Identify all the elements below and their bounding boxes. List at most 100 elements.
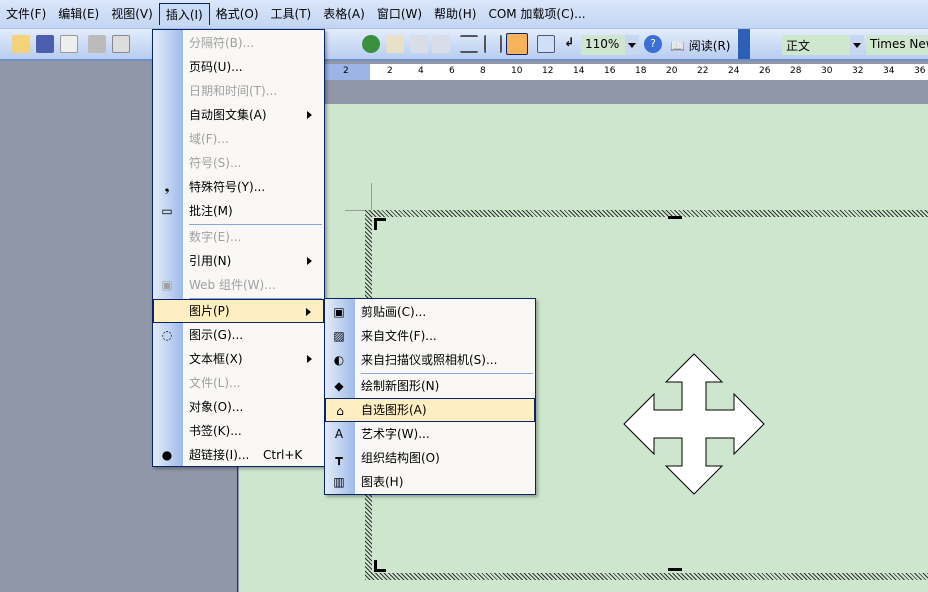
- menu-item[interactable]: ● 超链接(I)... Ctrl+K: [153, 443, 324, 467]
- text-direction-icon[interactable]: [484, 35, 502, 53]
- ruler-label: 20: [666, 66, 678, 76]
- menu-item-label: 艺术字(W)...: [361, 427, 430, 441]
- picture-submenu: ▣ 剪贴画(C)... ▨ 来自文件(F)... ◐ 来自扫描仪或照相机(S)... ◆ 绘制…: [324, 298, 536, 495]
- menu-item[interactable]: ▥ 图表(H): [325, 470, 535, 494]
- canvas-handle[interactable]: [668, 568, 682, 571]
- menu-item[interactable]: A 艺术字(W)...: [325, 422, 535, 446]
- style-dropdown-icon[interactable]: [850, 35, 864, 55]
- menu-item: 日期和时间(T)...: [153, 79, 324, 103]
- menu-2[interactable]: 视图(V): [105, 3, 159, 25]
- menu-item[interactable]: ❟ 特殊符号(Y)...: [153, 175, 324, 199]
- submenu-arrow-icon: [307, 355, 316, 363]
- ruler-label: 18: [635, 66, 647, 76]
- menu-item-label: 页码(U)...: [189, 60, 243, 74]
- menu-item-label: 自选图形(A): [361, 403, 427, 417]
- menu-item[interactable]: 图片(P): [153, 299, 324, 323]
- ruler-label: 14: [573, 66, 585, 76]
- ruler-label: 12: [542, 66, 554, 76]
- permission-icon[interactable]: [60, 35, 78, 53]
- menu-item-label: 超链接(I)...: [189, 448, 250, 462]
- read-button[interactable]: 📖 阅读(R): [670, 37, 730, 54]
- menu-item[interactable]: 文本框(X): [153, 347, 324, 371]
- menu-9[interactable]: COM 加载项(C)...: [482, 3, 591, 25]
- ruler-label: 24: [728, 66, 740, 76]
- menu-item-label: 批注(M): [189, 204, 233, 218]
- menu-item[interactable]: ┳ 组织结构图(O): [325, 446, 535, 470]
- menu-5[interactable]: 工具(T): [265, 3, 318, 25]
- menu-item-label: 剪贴画(C)...: [361, 305, 427, 319]
- print-icon[interactable]: [88, 35, 106, 53]
- hyperlink-icon[interactable]: [362, 35, 380, 53]
- menu-item-label: 自动图文集(A): [189, 108, 267, 122]
- menu-item-label: 文件(L)...: [189, 376, 241, 390]
- four-way-arrow-shape[interactable]: [622, 352, 766, 496]
- insert-excel-icon[interactable]: [432, 35, 450, 53]
- menu-3[interactable]: 插入(I): [158, 3, 210, 25]
- menu-item: 文件(L)...: [153, 371, 324, 395]
- menu-item-label: 图片(P): [189, 304, 230, 318]
- menu-item[interactable]: ◌ 图示(G)...: [153, 323, 324, 347]
- menu-item[interactable]: ◐ 来自扫描仪或照相机(S)...: [325, 348, 535, 372]
- menu-0[interactable]: 文件(F): [0, 3, 52, 25]
- menu-item-label: 域(F)...: [189, 132, 229, 146]
- picture-file-icon: ▨: [333, 329, 345, 343]
- menu-8[interactable]: 帮助(H): [428, 3, 482, 25]
- ruler-label: 36: [914, 66, 926, 76]
- menu-item[interactable]: ▭ 批注(M): [153, 199, 324, 223]
- columns-icon[interactable]: [460, 35, 478, 53]
- menu-item-label: 图示(G)...: [189, 328, 244, 342]
- menu-item[interactable]: ◆ 绘制新图形(N): [325, 374, 535, 398]
- wordart-icon: A: [334, 427, 344, 441]
- ruler-label: 22: [697, 66, 709, 76]
- canvas-handle[interactable]: [374, 560, 386, 572]
- canvas-handle[interactable]: [668, 216, 682, 219]
- menu-item-label: 来自文件(F)...: [361, 329, 437, 343]
- zoom-dropdown-icon[interactable]: [625, 35, 639, 55]
- menu-item[interactable]: ⌂ 自选图形(A): [325, 398, 535, 422]
- drawing-icon[interactable]: [506, 33, 528, 55]
- menu-item-label: Web 组件(W)...: [189, 278, 276, 292]
- font-select[interactable]: Times New: [866, 35, 928, 55]
- menu-item: 符号(S)...: [153, 151, 324, 175]
- tables-borders-icon[interactable]: [386, 35, 404, 53]
- menu-7[interactable]: 窗口(W): [371, 3, 428, 25]
- help-icon[interactable]: ?: [644, 35, 662, 53]
- menu-item: 数字(E)...: [153, 225, 324, 249]
- menu-item[interactable]: 自动图文集(A): [153, 103, 324, 127]
- menu-item[interactable]: 页码(U)...: [153, 55, 324, 79]
- menu-item: 域(F)...: [153, 127, 324, 151]
- menu-item[interactable]: 书签(K)...: [153, 419, 324, 443]
- clipart-icon: ▣: [333, 305, 345, 319]
- menu-item[interactable]: ▣ 剪贴画(C)...: [325, 300, 535, 324]
- comma-icon: ❟: [164, 180, 170, 194]
- chart-icon: ▥: [333, 475, 345, 489]
- insert-table-icon[interactable]: [410, 35, 428, 53]
- menu-item[interactable]: 引用(N): [153, 249, 324, 273]
- toolbar-options-icon[interactable]: [738, 29, 750, 59]
- menu-item[interactable]: 对象(O)...: [153, 395, 324, 419]
- menu-4[interactable]: 格式(O): [210, 3, 265, 25]
- save-icon[interactable]: [36, 35, 54, 53]
- ruler-label: 16: [604, 66, 616, 76]
- ruler-label: 2: [387, 66, 393, 76]
- menu-item-label: 图表(H): [361, 475, 404, 489]
- ruler-label: 32: [852, 66, 864, 76]
- style-select[interactable]: 正文: [782, 35, 852, 55]
- book-icon: 📖: [670, 39, 685, 53]
- submenu-arrow-icon: [307, 257, 316, 265]
- menu-item-label: 对象(O)...: [189, 400, 244, 414]
- ruler-label: 6: [449, 66, 455, 76]
- menu-6[interactable]: 表格(A): [317, 3, 371, 25]
- open-icon[interactable]: [12, 35, 30, 53]
- document-map-icon[interactable]: [537, 35, 555, 53]
- canvas-handle[interactable]: [374, 218, 386, 230]
- menu-item-label: 特殊符号(Y)...: [189, 180, 266, 194]
- scanner-icon: ◐: [333, 353, 345, 367]
- org-chart-icon: ┳: [335, 451, 343, 465]
- menu-item[interactable]: ▨ 来自文件(F)...: [325, 324, 535, 348]
- print-preview-icon[interactable]: [112, 35, 130, 53]
- ruler-label: 8: [480, 66, 486, 76]
- horizontal-ruler[interactable]: 2 2 4 6 8 10 12 14 16 18 20 22 24 26 28 30 32 34 36: [325, 64, 928, 80]
- show-formatting-icon[interactable]: ↲: [560, 35, 578, 53]
- menu-1[interactable]: 编辑(E): [52, 3, 105, 25]
